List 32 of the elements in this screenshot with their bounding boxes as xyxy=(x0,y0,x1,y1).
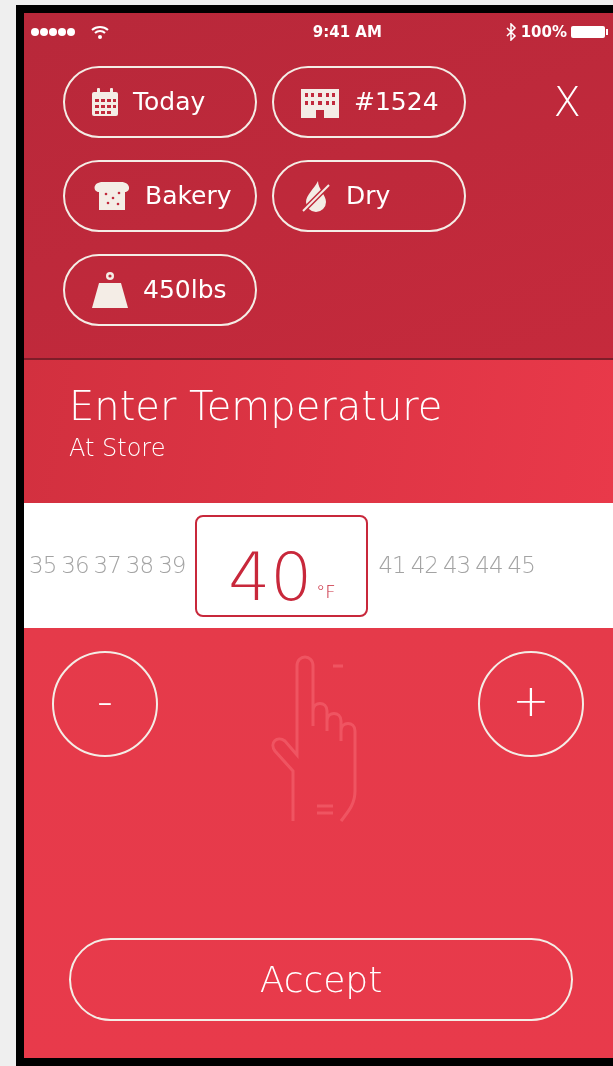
signal-icon xyxy=(30,27,78,37)
temperature-option[interactable]: 39 xyxy=(158,548,186,583)
screen-title: Enter Temperature xyxy=(69,382,444,430)
calendar-icon xyxy=(91,87,119,117)
filter-chip[interactable]: #1524 xyxy=(272,66,466,138)
filter-chip[interactable]: Dry xyxy=(272,160,466,232)
no-drop-icon xyxy=(300,179,332,213)
temperature-option[interactable]: 37 xyxy=(93,548,121,583)
filter-chip[interactable]: 450lbs xyxy=(63,254,257,326)
close-button[interactable]: X xyxy=(553,79,581,125)
temperature-option[interactable]: 45 xyxy=(507,548,535,583)
increase-button[interactable]: + xyxy=(478,651,584,757)
selected-temperature[interactable]: 40°F xyxy=(195,514,369,617)
decrease-button[interactable]: - xyxy=(52,651,158,757)
temperature-option[interactable]: 36 xyxy=(61,548,89,583)
weight-icon xyxy=(91,271,129,309)
battery-icon xyxy=(571,25,609,39)
bluetooth-icon xyxy=(504,23,517,41)
building-icon xyxy=(300,86,340,118)
battery-percent: 100% xyxy=(520,21,567,43)
filter-chip[interactable]: Bakery xyxy=(63,160,257,232)
temperature-option[interactable]: 43 xyxy=(442,548,471,583)
temperature-option[interactable]: 44 xyxy=(475,548,503,583)
temperature-option[interactable]: 38 xyxy=(125,548,154,583)
temperature-option[interactable]: 35 xyxy=(29,548,57,583)
status-time: 9:41 AM xyxy=(311,21,382,43)
temperature-option[interactable]: 42 xyxy=(410,548,438,583)
temperature-option[interactable]: 41 xyxy=(378,548,406,583)
wifi-icon xyxy=(90,25,110,39)
filter-chip[interactable]: Today xyxy=(63,66,257,138)
accept-button[interactable]: Accept xyxy=(69,938,573,1021)
screen-subtitle: At Store xyxy=(69,433,167,464)
